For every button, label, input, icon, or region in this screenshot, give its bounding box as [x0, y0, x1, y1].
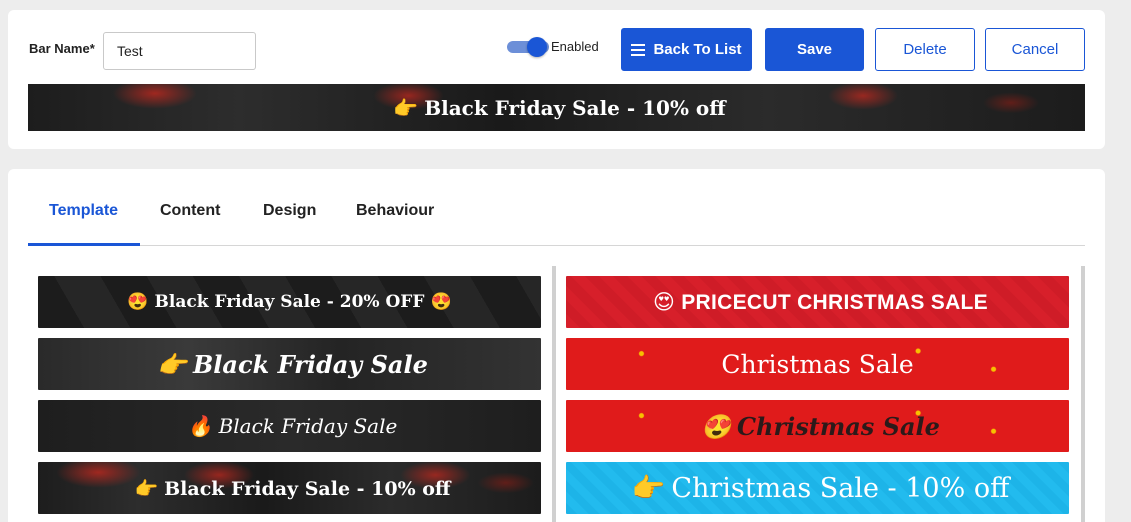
pointing-hand-icon: 👉 [393, 95, 419, 120]
back-to-list-button[interactable]: Back To List [621, 28, 752, 71]
template-black-friday-fire[interactable]: 🔥 Black Friday Sale [38, 400, 541, 452]
tab-content[interactable]: Content [160, 202, 220, 220]
enabled-label: Enabled [551, 39, 599, 54]
template-christmas-sale-emoji[interactable]: 😍 Christmas Sale [566, 400, 1069, 452]
editor-card: Template Content Design Behaviour 😍 Black… [8, 169, 1105, 522]
toggle-knob [527, 37, 547, 57]
save-button[interactable]: Save [765, 28, 864, 71]
tab-template[interactable]: Template [49, 202, 118, 220]
pointing-hand-icon: 👉 [157, 349, 188, 379]
cancel-label: Cancel [1011, 41, 1059, 58]
template-black-friday-20-off[interactable]: 😍 Black Friday Sale - 20% OFF 😍 [38, 276, 541, 328]
pointing-hand-icon: 👉 [631, 473, 666, 504]
heart-eyes-icon: 😍 [701, 411, 731, 441]
tab-design[interactable]: Design [263, 202, 316, 220]
template-text: Black Friday Sale - 20% OFF [154, 292, 425, 312]
template-text: Black Friday Sale [193, 349, 428, 379]
template-text: Christmas Sale [736, 411, 940, 441]
active-tab-indicator [28, 243, 140, 246]
template-text: PRICECUT CHRISTMAS SALE [681, 290, 988, 314]
scrollbar[interactable] [1081, 266, 1085, 522]
heart-eyes-icon: 😍 [653, 290, 676, 314]
preview-text: Black Friday Sale - 10% off [424, 95, 726, 120]
template-text: Christmas Sale [721, 349, 914, 379]
template-pricecut-christmas[interactable]: 😍 PRICECUT CHRISTMAS SALE [566, 276, 1069, 328]
tab-behaviour[interactable]: Behaviour [356, 202, 434, 220]
bar-name-input[interactable] [103, 32, 256, 70]
cancel-button[interactable]: Cancel [985, 28, 1085, 71]
template-text: Black Friday Sale [218, 414, 398, 438]
column-divider [552, 266, 556, 522]
bar-name-label: Bar Name* [29, 41, 95, 56]
preview-bar: 👉 Black Friday Sale - 10% off [28, 84, 1085, 131]
heart-eyes-icon: 😍 [430, 292, 452, 312]
bar-settings-card: Bar Name* Enabled Back To List Save Dele… [8, 10, 1105, 149]
fire-icon: 🔥 [187, 414, 213, 438]
template-christmas-10-off[interactable]: 👉 Christmas Sale - 10% off [566, 462, 1069, 514]
template-black-friday-script[interactable]: 👉 Black Friday Sale [38, 338, 541, 390]
delete-label: Delete [903, 41, 947, 58]
list-icon [631, 43, 646, 56]
pointing-hand-icon: 👉 [134, 477, 159, 500]
back-to-list-label: Back To List [653, 41, 742, 58]
template-black-friday-10-off[interactable]: 👉 Black Friday Sale - 10% off [38, 462, 541, 514]
template-christmas-sale[interactable]: Christmas Sale [566, 338, 1069, 390]
template-text: Black Friday Sale - 10% off [164, 477, 451, 500]
save-label: Save [796, 41, 833, 58]
template-text: Christmas Sale - 10% off [671, 473, 1010, 504]
heart-eyes-icon: 😍 [127, 292, 149, 312]
delete-button[interactable]: Delete [875, 28, 975, 71]
tab-bar: Template Content Design Behaviour [28, 169, 1085, 246]
enabled-toggle[interactable] [507, 37, 549, 57]
